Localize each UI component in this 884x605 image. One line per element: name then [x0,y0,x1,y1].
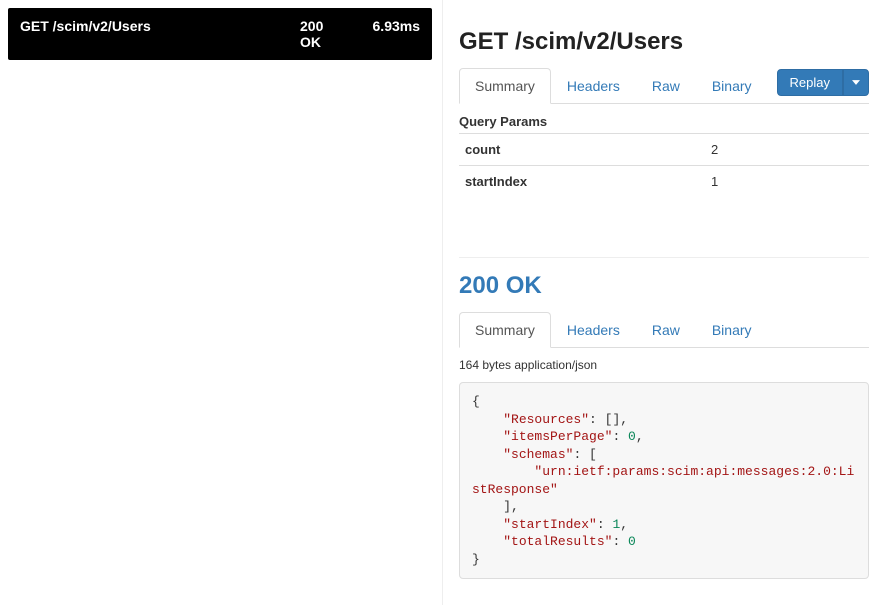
request-tabs: Summary Headers Raw Binary [459,68,777,103]
tab-binary[interactable]: Binary [696,312,768,348]
tab-summary[interactable]: Summary [459,312,551,348]
table-row: startIndex 1 [459,166,869,198]
request-tabs-row: Summary Headers Raw Binary Replay [459,68,869,104]
query-params-label: Query Params [459,114,869,129]
param-key: count [459,134,705,166]
replay-button[interactable]: Replay [777,69,843,96]
panel-divider[interactable] [442,0,443,605]
response-tabs: Summary Headers Raw Binary [459,312,869,347]
replay-dropdown-toggle[interactable] [843,69,869,96]
request-row-status: 200 OK [300,18,350,50]
response-size-label: 164 bytes application/json [459,358,869,372]
tab-summary[interactable]: Summary [459,68,551,104]
query-params-table: count 2 startIndex 1 [459,133,869,197]
response-tabs-row: Summary Headers Raw Binary [459,312,869,348]
request-row-time: 6.93ms [350,18,420,34]
param-value: 1 [705,166,869,198]
section-divider [459,257,869,258]
request-list-panel: GET /scim/v2/Users 200 OK 6.93ms [0,0,440,605]
request-row[interactable]: GET /scim/v2/Users 200 OK 6.93ms [8,8,432,60]
tab-headers[interactable]: Headers [551,312,636,348]
table-row: count 2 [459,134,869,166]
tab-headers[interactable]: Headers [551,68,636,104]
replay-button-group: Replay [777,69,869,96]
tab-raw[interactable]: Raw [636,68,696,104]
param-value: 2 [705,134,869,166]
tab-binary[interactable]: Binary [696,68,768,104]
tab-raw[interactable]: Raw [636,312,696,348]
request-row-title: GET /scim/v2/Users [20,18,300,34]
response-body[interactable]: { "Resources": [], "itemsPerPage": 0, "s… [459,382,869,579]
chevron-down-icon [852,80,860,85]
detail-panel: GET /scim/v2/Users Summary Headers Raw B… [445,0,884,605]
param-key: startIndex [459,166,705,198]
request-title: GET /scim/v2/Users [459,28,869,56]
response-status-heading: 200 OK [459,272,869,300]
